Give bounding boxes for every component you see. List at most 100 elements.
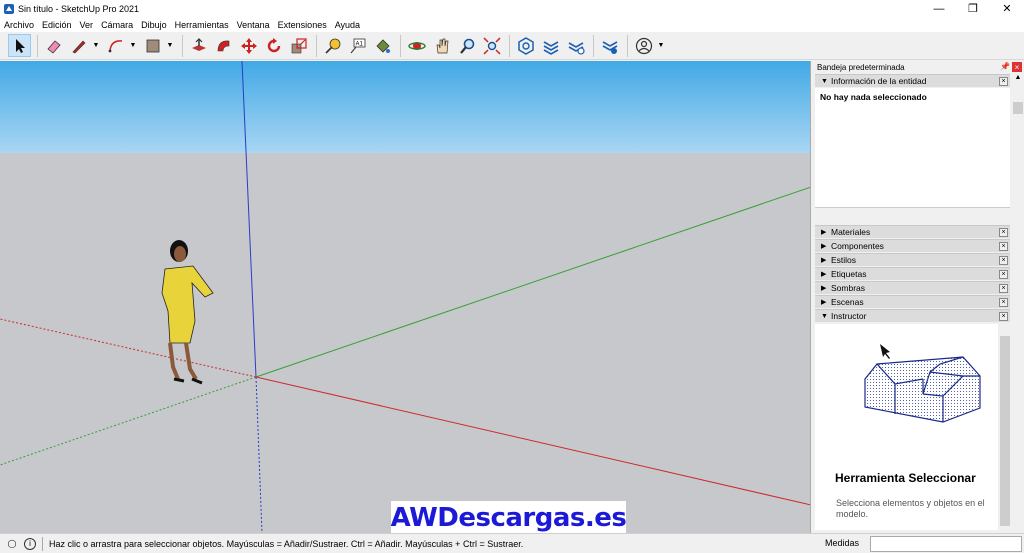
shapes-tool-button[interactable]: [141, 34, 164, 57]
drawing-viewport[interactable]: AWDescargas.es: [0, 61, 811, 533]
menu-dibujo[interactable]: Dibujo: [141, 20, 167, 30]
info-icon[interactable]: i: [24, 537, 36, 550]
panel-instructor[interactable]: ▼ Instructor ×: [815, 309, 1010, 322]
collapsed-triangle-icon: ▶: [821, 299, 827, 306]
menu-herramientas[interactable]: Herramientas: [175, 20, 229, 30]
panel-etiquetas[interactable]: ▶ Etiquetas ×: [815, 267, 1010, 280]
warehouse-icon: [517, 36, 534, 55]
panel-componentes[interactable]: ▶ Componentes ×: [815, 239, 1010, 252]
entity-info-label: Información de la entidad: [831, 76, 927, 86]
no-selection-message: No hay nada seleccionado: [820, 92, 927, 102]
shapes-dropdown[interactable]: ▼: [166, 34, 174, 57]
eraser-tool-button[interactable]: [42, 34, 65, 57]
instructor-tool-title: Herramienta Seleccionar: [835, 471, 976, 485]
measures-label: Medidas: [825, 538, 860, 548]
toolbar-separator: [37, 34, 38, 57]
panel-label: Escenas: [831, 297, 864, 307]
paint-bucket-tool-button[interactable]: [371, 34, 394, 57]
panel-label: Estilos: [831, 255, 857, 265]
model-axes: [0, 61, 810, 533]
panel-materiales[interactable]: ▶ Materiales ×: [815, 225, 1010, 238]
select-arrow-icon: [15, 38, 25, 53]
menu-camara[interactable]: Cámara: [101, 20, 133, 30]
rectangle-icon: [146, 39, 159, 52]
extension-manager-button[interactable]: [598, 34, 621, 57]
extension-warehouse-icon: [543, 40, 558, 55]
close-tray-button[interactable]: ×: [1012, 62, 1022, 72]
pencil-tool-button[interactable]: [67, 34, 90, 57]
entity-info-header[interactable]: ▼ Información de la entidad ×: [815, 74, 1010, 87]
close-window-button[interactable]: ✕: [990, 0, 1024, 17]
extension-manager-icon: [602, 40, 617, 54]
restore-button[interactable]: ❐: [956, 0, 990, 17]
sketchup-window: Sin título - SketchUp Pro 2021 — ❐ ✕ Arc…: [0, 0, 1024, 553]
push-pull-tool-button[interactable]: [187, 34, 210, 57]
expanded-triangle-icon: ▼: [821, 77, 828, 85]
scale-tool-button[interactable]: [287, 34, 310, 57]
pan-tool-button[interactable]: [430, 34, 453, 57]
close-panel-button[interactable]: ×: [999, 312, 1008, 321]
pin-icon[interactable]: 📌: [1000, 62, 1010, 71]
entity-info-body: No hay nada seleccionado: [815, 88, 1010, 208]
menu-archivo[interactable]: Archivo: [4, 20, 34, 30]
menu-ver[interactable]: Ver: [80, 20, 94, 30]
minimize-button[interactable]: —: [922, 0, 956, 17]
close-panel-button[interactable]: ×: [999, 228, 1008, 237]
tape-measure-tool-button[interactable]: [321, 34, 344, 57]
menu-ayuda[interactable]: Ayuda: [335, 20, 360, 30]
panel-escenas[interactable]: ▶ Escenas ×: [815, 295, 1010, 308]
select-tool-button[interactable]: [8, 34, 31, 57]
panel-estilos[interactable]: ▶ Estilos ×: [815, 253, 1010, 266]
close-panel-button[interactable]: ×: [999, 270, 1008, 279]
follow-me-icon: [217, 40, 229, 51]
extension-warehouse-button[interactable]: [539, 34, 562, 57]
layout-button[interactable]: [564, 34, 587, 57]
measures-input[interactable]: [870, 536, 1022, 552]
panel-sombras[interactable]: ▶ Sombras ×: [815, 281, 1010, 294]
menu-extensiones[interactable]: Extensiones: [278, 20, 327, 30]
scale-icon: [291, 37, 307, 53]
menu-ventana[interactable]: Ventana: [237, 20, 270, 30]
status-hint: Haz clic o arrastra para seleccionar obj…: [49, 538, 524, 549]
move-tool-button[interactable]: [237, 34, 260, 57]
close-panel-button[interactable]: ×: [999, 242, 1008, 251]
close-panel-button[interactable]: ×: [999, 256, 1008, 265]
scroll-up-icon[interactable]: ▲: [1012, 74, 1024, 86]
close-panel-button[interactable]: ×: [999, 298, 1008, 307]
push-pull-icon: [191, 37, 206, 51]
eraser-icon: [46, 39, 61, 54]
pencil-dropdown[interactable]: ▼: [92, 34, 100, 57]
account-dropdown[interactable]: ▼: [657, 34, 665, 57]
zoom-extents-tool-button[interactable]: [480, 34, 503, 57]
account-button[interactable]: [632, 34, 655, 57]
toolbar-separator: [509, 34, 510, 57]
orbit-tool-button[interactable]: [405, 34, 428, 57]
text-tool-button[interactable]: A1: [346, 34, 369, 57]
close-panel-button[interactable]: ×: [999, 77, 1008, 86]
red-axis-negative: [0, 318, 257, 378]
panel-label: Instructor: [831, 311, 867, 321]
rotate-tool-button[interactable]: [262, 34, 285, 57]
blue-axis-negative: [255, 376, 263, 533]
3d-warehouse-button[interactable]: [514, 34, 537, 57]
cursor-arrow-icon: [880, 344, 890, 359]
toolbar-separator: [593, 34, 594, 57]
scroll-thumb[interactable]: [1013, 102, 1023, 114]
tray-scrollbar[interactable]: ▲: [1012, 74, 1024, 236]
zoom-tool-button[interactable]: [455, 34, 478, 57]
rotate-icon: [267, 37, 280, 52]
svg-text:A1: A1: [355, 41, 363, 47]
follow-me-tool-button[interactable]: [212, 34, 235, 57]
collapsed-triangle-icon: ▶: [821, 257, 827, 264]
arc-tool-button[interactable]: [104, 34, 127, 57]
arc-dropdown[interactable]: ▼: [129, 34, 137, 57]
blue-axis: [241, 61, 257, 378]
close-panel-button[interactable]: ×: [999, 284, 1008, 293]
menu-edicion[interactable]: Edición: [42, 20, 72, 30]
scroll-thumb[interactable]: [1000, 336, 1010, 526]
instructor-scrollbar[interactable]: [999, 324, 1011, 530]
geolocation-icon[interactable]: ◯: [6, 538, 18, 550]
text-label-icon: A1: [350, 38, 365, 53]
status-bar: ◯ i Haz clic o arrastra para seleccionar…: [0, 533, 1024, 553]
arc-icon: [108, 39, 122, 52]
